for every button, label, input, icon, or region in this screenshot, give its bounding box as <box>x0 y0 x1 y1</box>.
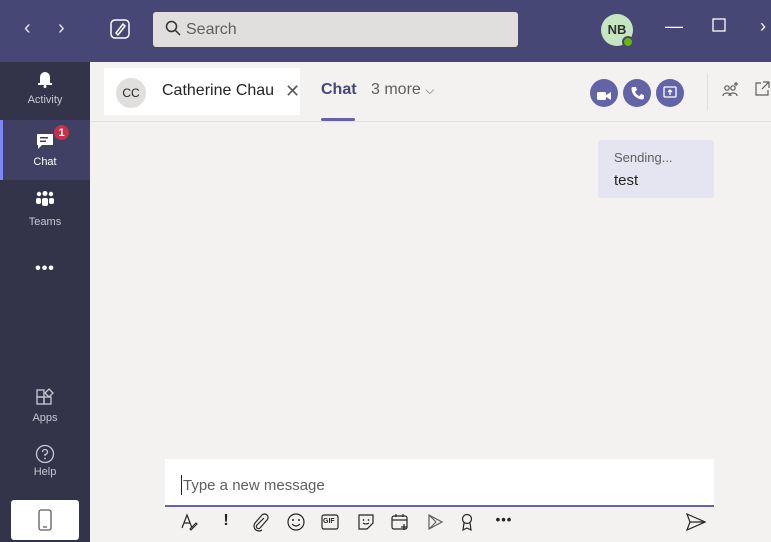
important-icon[interactable]: ! <box>216 512 236 532</box>
maximize-button[interactable] <box>712 16 726 36</box>
forward-icon[interactable]: › <box>58 18 65 38</box>
gif-icon[interactable]: GIF <box>320 512 340 532</box>
sticker-icon[interactable] <box>356 512 376 532</box>
pop-out-icon[interactable] <box>754 81 770 102</box>
share-screen-icon <box>663 86 677 105</box>
more-options-icon[interactable]: ••• <box>494 512 514 532</box>
close-window-button[interactable]: › <box>760 16 766 36</box>
send-icon[interactable] <box>685 512 707 536</box>
search-input[interactable]: Search <box>153 12 518 47</box>
unread-badge: 1 <box>53 124 70 141</box>
message-placeholder: Type a new message <box>183 477 325 494</box>
back-icon[interactable]: ‹ <box>24 18 31 38</box>
contact-avatar: CC <box>116 78 146 108</box>
message-text: test <box>614 172 639 189</box>
chevron-down-icon: ⌵ <box>425 83 435 97</box>
compose-icon[interactable] <box>108 17 132 41</box>
message-status: Sending... <box>614 150 673 165</box>
bell-icon <box>37 70 53 93</box>
format-icon[interactable] <box>179 512 199 532</box>
presence-indicator <box>622 36 634 48</box>
rail-label: Apps <box>32 412 58 424</box>
attach-icon[interactable] <box>250 512 270 532</box>
message-input[interactable]: Type a new message <box>165 459 714 507</box>
app-rail: Activity 1 Chat Teams ••• Apps Help <box>0 62 90 542</box>
contact-name: Catherine Chau <box>162 82 275 99</box>
add-people-icon[interactable] <box>722 81 740 104</box>
rail-item-help[interactable]: Help <box>0 440 90 500</box>
video-icon <box>597 88 611 106</box>
close-icon[interactable]: ✕ <box>285 81 300 102</box>
share-screen-button[interactable] <box>656 79 684 107</box>
rail-label: Chat <box>33 156 57 168</box>
people-icon <box>35 191 55 212</box>
rail-item-apps[interactable]: Apps <box>0 380 90 440</box>
phone-call-icon <box>631 86 644 105</box>
schedule-meeting-icon[interactable] <box>390 512 410 532</box>
contact-pill[interactable]: CC Catherine Chau ✕ <box>104 68 300 115</box>
chat-header: CC Catherine Chau ✕ Chat 3 more ⌵ <box>90 62 771 122</box>
minimize-button[interactable]: — <box>665 16 683 36</box>
chat-icon <box>36 132 54 155</box>
rail-label: Help <box>33 466 57 478</box>
search-icon <box>165 20 181 41</box>
download-mobile-button[interactable] <box>11 500 79 540</box>
rail-item-teams[interactable]: Teams <box>0 180 90 240</box>
tab-more[interactable]: 3 more ⌵ <box>371 81 434 99</box>
apps-icon <box>36 388 54 411</box>
audio-call-button[interactable] <box>623 79 651 107</box>
phone-icon <box>38 509 52 536</box>
header-divider <box>707 74 708 110</box>
tab-more-label: 3 more <box>371 81 421 98</box>
rail-label: Activity <box>27 94 63 106</box>
message-bubble[interactable]: Sending... test <box>598 140 714 198</box>
emoji-icon[interactable] <box>286 512 306 532</box>
search-placeholder: Search <box>186 21 237 38</box>
video-call-button[interactable] <box>590 79 618 107</box>
title-bar: ‹ › Search NB — › <box>0 0 771 62</box>
rail-label: Teams <box>28 216 62 228</box>
more-icon: ••• <box>35 260 55 277</box>
stream-icon[interactable] <box>425 512 445 532</box>
tab-chat[interactable]: Chat <box>321 81 357 99</box>
gif-label: GIF <box>323 518 335 525</box>
rail-item-more[interactable]: ••• <box>0 250 90 310</box>
text-caret <box>181 475 182 495</box>
rail-item-activity[interactable]: Activity <box>0 62 90 122</box>
active-tab-indicator <box>321 118 355 121</box>
rail-item-chat[interactable]: 1 Chat <box>0 120 90 180</box>
praise-icon[interactable] <box>457 512 477 532</box>
